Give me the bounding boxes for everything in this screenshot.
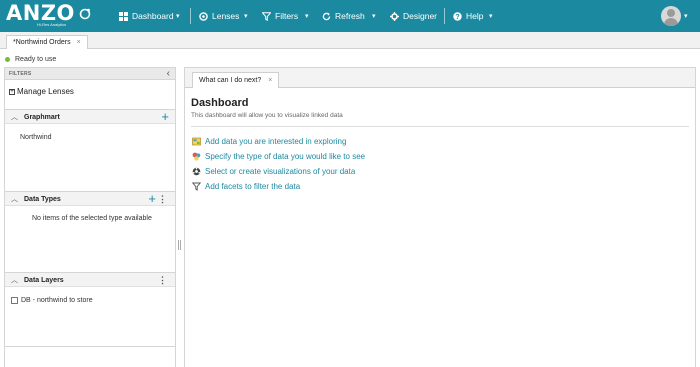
close-icon[interactable]: × [77,39,81,46]
chevron-up-icon[interactable]: ︿ [11,194,18,204]
nav-designer[interactable]: Designer [390,0,437,32]
dashboard-icon [119,11,128,21]
lenses-icon [199,11,208,21]
nav-dashboard[interactable]: Dashboard [119,0,174,32]
add-data-type-icon[interactable]: + [148,191,156,206]
graphmart-list: Northwind [5,125,175,185]
visualizations-link[interactable]: Select or create visualizations of your … [192,167,355,176]
nav-lenses-label: Lenses [212,11,240,21]
tab-what-can-i-do-next[interactable]: What can I do next? × [192,72,280,88]
filters-header: FILTERS ‹ [5,68,175,80]
data-layers-list: DB - northwind to store [5,288,175,348]
lenses-caret-icon[interactable]: ▾ [244,0,248,32]
nav-lenses[interactable]: Lenses [199,0,239,32]
logo-subtitle: Hi-Res Analytics [37,22,67,27]
filters-label: FILTERS [9,71,32,77]
main-content-panel: What can I do next? × Dashboard This das… [184,67,696,367]
more-options-icon[interactable]: ⋮ [158,193,167,206]
add-facets-link-label: Add facets to filter the data [205,182,301,191]
nav-filters[interactable]: Filters [262,0,298,32]
chevron-up-icon[interactable]: ︿ [11,112,18,122]
nav-separator [190,8,191,24]
manage-lenses-label: Manage Lenses [17,87,74,96]
top-nav-bar: ANZO Hi-Res Analytics Dashboard ▾ Lenses… [0,0,700,32]
nav-refresh[interactable]: Refresh [322,0,365,32]
anzo-logo[interactable]: ANZO Hi-Res Analytics [6,1,92,29]
filter-icon [262,11,271,21]
data-types-title: Data Types [24,196,61,203]
logo-mark-icon [79,8,91,20]
status-dot-icon [5,56,10,62]
section-divider [5,346,175,347]
nav-help[interactable]: ? Help [453,0,483,32]
add-facets-link[interactable]: Add facets to filter the data [192,182,300,191]
nav-designer-label: Designer [403,11,438,21]
graphmart-item[interactable]: Northwind [20,134,52,141]
refresh-icon [322,12,331,20]
more-options-icon[interactable]: ⋮ [158,274,167,287]
filter-icon [192,182,201,191]
filters-caret-icon[interactable]: ▾ [305,0,309,32]
dashboard-caret-icon[interactable]: ▾ [176,0,180,32]
avatar-body [664,18,678,26]
user-avatar[interactable] [661,6,681,26]
nav-filters-label: Filters [275,11,299,21]
add-data-link-label: Add data you are interested in exploring [205,137,347,146]
title-divider [191,126,689,127]
visualizations-link-label: Select or create visualizations of your … [205,167,356,176]
types-icon [192,152,201,161]
avatar-head [667,9,675,17]
gear-icon [390,11,399,21]
data-layers-title: Data Layers [24,277,64,284]
nav-separator [444,8,445,24]
tab-northwind-orders[interactable]: *Northwind Orders × [6,35,88,49]
status-indicator: Ready to use [5,54,56,64]
specify-type-link[interactable]: Specify the type of data you would like … [192,152,365,161]
help-caret-icon[interactable]: ▾ [489,0,493,32]
add-graphmart-icon[interactable]: + [161,109,169,124]
help-icon: ? [453,11,462,21]
svg-text:?: ? [455,14,459,21]
add-data-link[interactable]: Add data you are interested in exploring [192,137,346,146]
nav-dashboard-label: Dashboard [132,11,174,21]
layer-item-label: DB - northwind to store [21,297,93,304]
data-layers-section-header[interactable]: ︿ Data Layers ⋮ [5,272,175,287]
nav-help-label: Help [466,11,484,21]
add-data-icon [192,137,201,146]
manage-lenses-button[interactable]: + Manage Lenses [9,87,74,96]
user-menu-caret-icon[interactable]: ▾ [684,0,688,32]
tab-label: *Northwind Orders [13,39,71,46]
visualization-icon [192,167,201,176]
data-types-section-header[interactable]: ︿ Data Types + ⋮ [5,191,175,206]
tab-label: What can I do next? [199,77,262,84]
layer-checkbox[interactable] [11,297,18,304]
status-text: Ready to use [15,55,57,63]
data-types-list: No items of the selected type available [5,207,175,267]
panel-resize-handle[interactable] [178,240,181,250]
collapse-chevron-icon[interactable]: ‹ [167,68,170,80]
page-subtitle: This dashboard will allow you to visuali… [191,112,343,119]
graphmart-section-header[interactable]: ︿ Graphmart + [5,109,175,124]
document-tab-strip [0,32,700,49]
chevron-up-icon[interactable]: ︿ [11,275,18,285]
nav-refresh-label: Refresh [335,11,365,21]
refresh-caret-icon[interactable]: ▾ [372,0,376,32]
filters-panel: FILTERS ‹ + Manage Lenses ︿ Graphmart + … [4,67,176,367]
specify-type-link-label: Specify the type of data you would like … [205,152,366,161]
empty-state-text: No items of the selected type available [32,215,152,222]
graphmart-title: Graphmart [24,114,60,121]
close-icon[interactable]: × [268,77,272,84]
expand-box-icon: + [9,88,15,95]
page-title: Dashboard [191,97,249,109]
